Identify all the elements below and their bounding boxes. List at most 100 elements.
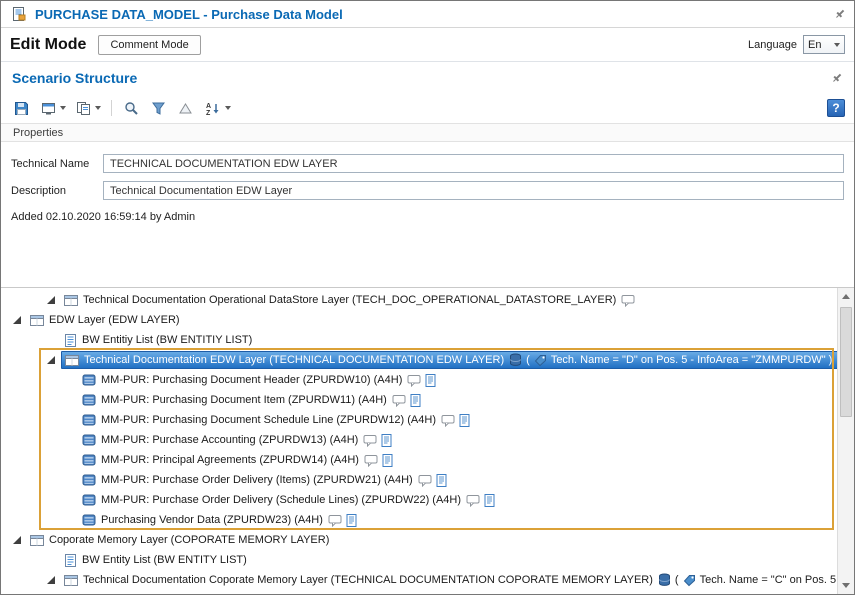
arrow-down-icon	[842, 583, 850, 588]
tree-row[interactable]: MM-PUR: Purchasing Document Item (ZPURDW…	[1, 390, 854, 410]
tree-node-label: BW Entity List (BW ENTITY LIST)	[82, 554, 247, 566]
document-icon	[425, 594, 436, 595]
pin-icon[interactable]	[831, 72, 843, 84]
description-label: Description	[11, 185, 103, 197]
tree-node-label: EDW Layer (EDW LAYER)	[49, 314, 180, 326]
tree-row[interactable]: MM-PUR: Purchasing Document Header (ZPUR…	[1, 370, 854, 390]
tech-name-annotation: Tech. Name = "C" on Pos. 5 - InfoArea	[700, 574, 854, 586]
tree-node-label: Purchasing Vendor Data (ZPURDW23) (A4H)	[101, 514, 323, 526]
description-input[interactable]	[103, 181, 844, 200]
sort-button[interactable]: AZ	[201, 99, 233, 118]
comment-icon	[392, 394, 406, 407]
language-select[interactable]: En	[803, 35, 845, 54]
expand-button[interactable]	[174, 99, 197, 118]
svg-text:A: A	[206, 103, 211, 110]
chevron-down-icon[interactable]	[95, 106, 101, 110]
svg-text:Z: Z	[206, 110, 211, 116]
filter-button[interactable]	[147, 99, 170, 118]
list-icon	[64, 554, 77, 567]
tree-row[interactable]: Technical Documentation Operational Data…	[1, 290, 854, 310]
zoom-icon	[124, 101, 139, 116]
tree-node-label: MM-PUR: Purchasing Document Schedule Lin…	[101, 414, 436, 426]
database-icon	[658, 573, 671, 587]
app-window: PURCHASE DATA_MODEL - Purchase Data Mode…	[0, 0, 855, 595]
view-options-button[interactable]	[37, 99, 68, 118]
tree-row[interactable]: MM-PUR: Purchase Order Delivery (Schedul…	[1, 490, 854, 510]
tree-row[interactable]: BW Entitiy List (BW ENTITIY LIST)	[1, 330, 854, 350]
comment-icon	[441, 414, 455, 427]
tree-row[interactable]: MM-PUR: Purchasing Document Header (ZPUR…	[1, 590, 854, 594]
chevron-down-icon[interactable]	[60, 106, 66, 110]
scrollbar-track[interactable]	[838, 305, 854, 577]
filter-icon	[151, 101, 166, 116]
expander-icon[interactable]	[13, 536, 21, 544]
chevron-down-icon[interactable]	[225, 106, 231, 110]
tree-node-label: Technical Documentation EDW Layer (TECHN…	[84, 354, 504, 366]
tree-row[interactable]: Technical Documentation Coporate Memory …	[1, 570, 854, 590]
expander-icon[interactable]	[47, 576, 55, 584]
document-icon	[382, 454, 393, 467]
pin-icon[interactable]	[834, 8, 846, 20]
layer-icon	[30, 534, 44, 547]
tree-row[interactable]: Purchasing Vendor Data (ZPURDW23) (A4H)	[1, 510, 854, 530]
save-icon	[14, 101, 29, 116]
expander-icon[interactable]	[47, 296, 55, 304]
adso-icon	[82, 494, 96, 506]
scenario-panel-header: Scenario Structure	[1, 61, 854, 93]
vertical-scrollbar[interactable]	[837, 288, 854, 594]
screen-icon	[41, 101, 56, 116]
tree-row[interactable]: EDW Layer (EDW LAYER)	[1, 310, 854, 330]
tree-node-label: MM-PUR: Purchase Order Delivery (Schedul…	[101, 494, 461, 506]
meta-open-paren: (	[526, 354, 530, 366]
tree-row[interactable]: MM-PUR: Purchasing Document Schedule Lin…	[1, 410, 854, 430]
tree-node-label: MM-PUR: Purchase Order Delivery (Items) …	[101, 474, 413, 486]
database-icon	[509, 353, 522, 367]
scroll-up-button[interactable]	[838, 288, 854, 305]
tree-row[interactable]: Coporate Memory Layer (COPORATE MEMORY L…	[1, 530, 854, 550]
tree-row[interactable]: Technical Documentation EDW Layer (TECHN…	[1, 350, 854, 370]
document-icon	[425, 374, 436, 387]
tree-node-label: MM-PUR: Purchasing Document Header (ZPUR…	[101, 374, 402, 386]
comment-icon	[328, 514, 342, 527]
language-value: En	[808, 39, 821, 51]
scroll-down-button[interactable]	[838, 577, 854, 594]
tree-node-label: Coporate Memory Layer (COPORATE MEMORY L…	[49, 534, 329, 546]
document-icon	[459, 414, 470, 427]
comment-icon	[407, 594, 421, 595]
document-icon	[436, 474, 447, 487]
document-icon	[346, 514, 357, 527]
adso-icon	[82, 374, 96, 386]
meta-open-paren: (	[675, 574, 679, 586]
comment-icon	[363, 434, 377, 447]
tree-row[interactable]: MM-PUR: Purchase Accounting (ZPURDW13) (…	[1, 430, 854, 450]
tree-node-label: BW Entitiy List (BW ENTITIY LIST)	[82, 334, 252, 346]
window-title: PURCHASE DATA_MODEL - Purchase Data Mode…	[35, 7, 343, 22]
scrollbar-thumb[interactable]	[840, 307, 852, 417]
tree-node-label: Technical Documentation Coporate Memory …	[83, 574, 653, 586]
comment-icon	[621, 294, 635, 307]
tree-row[interactable]: MM-PUR: Purchase Order Delivery (Items) …	[1, 470, 854, 490]
tree-row[interactable]: MM-PUR: Principal Agreements (ZPURDW14) …	[1, 450, 854, 470]
copy-icon	[76, 101, 91, 116]
technical-name-input[interactable]	[103, 154, 844, 173]
added-info: Added 02.10.2020 16:59:14 by Admin	[1, 208, 854, 226]
layer-icon	[64, 574, 78, 587]
help-button[interactable]: ?	[827, 99, 845, 117]
comment-mode-button[interactable]: Comment Mode	[98, 35, 200, 55]
zoom-button[interactable]	[120, 99, 143, 118]
adso-icon	[82, 514, 96, 526]
tree-node-label: MM-PUR: Purchase Accounting (ZPURDW13) (…	[101, 434, 358, 446]
expander-icon[interactable]	[13, 316, 21, 324]
toolbar-buttons: AZ	[10, 99, 233, 118]
sort-icon: AZ	[205, 101, 221, 116]
properties-form: Technical Name Description	[1, 142, 854, 200]
layer-icon	[65, 354, 79, 367]
tree-node-label: MM-PUR: Purchasing Document Item (ZPURDW…	[101, 394, 387, 406]
copy-button[interactable]	[72, 99, 103, 118]
adso-icon	[82, 394, 96, 406]
tree-row[interactable]: BW Entity List (BW ENTITY LIST)	[1, 550, 854, 570]
expander-icon[interactable]	[47, 356, 55, 364]
app-icon	[11, 6, 27, 22]
tag-icon	[683, 574, 696, 587]
save-button[interactable]	[10, 99, 33, 118]
